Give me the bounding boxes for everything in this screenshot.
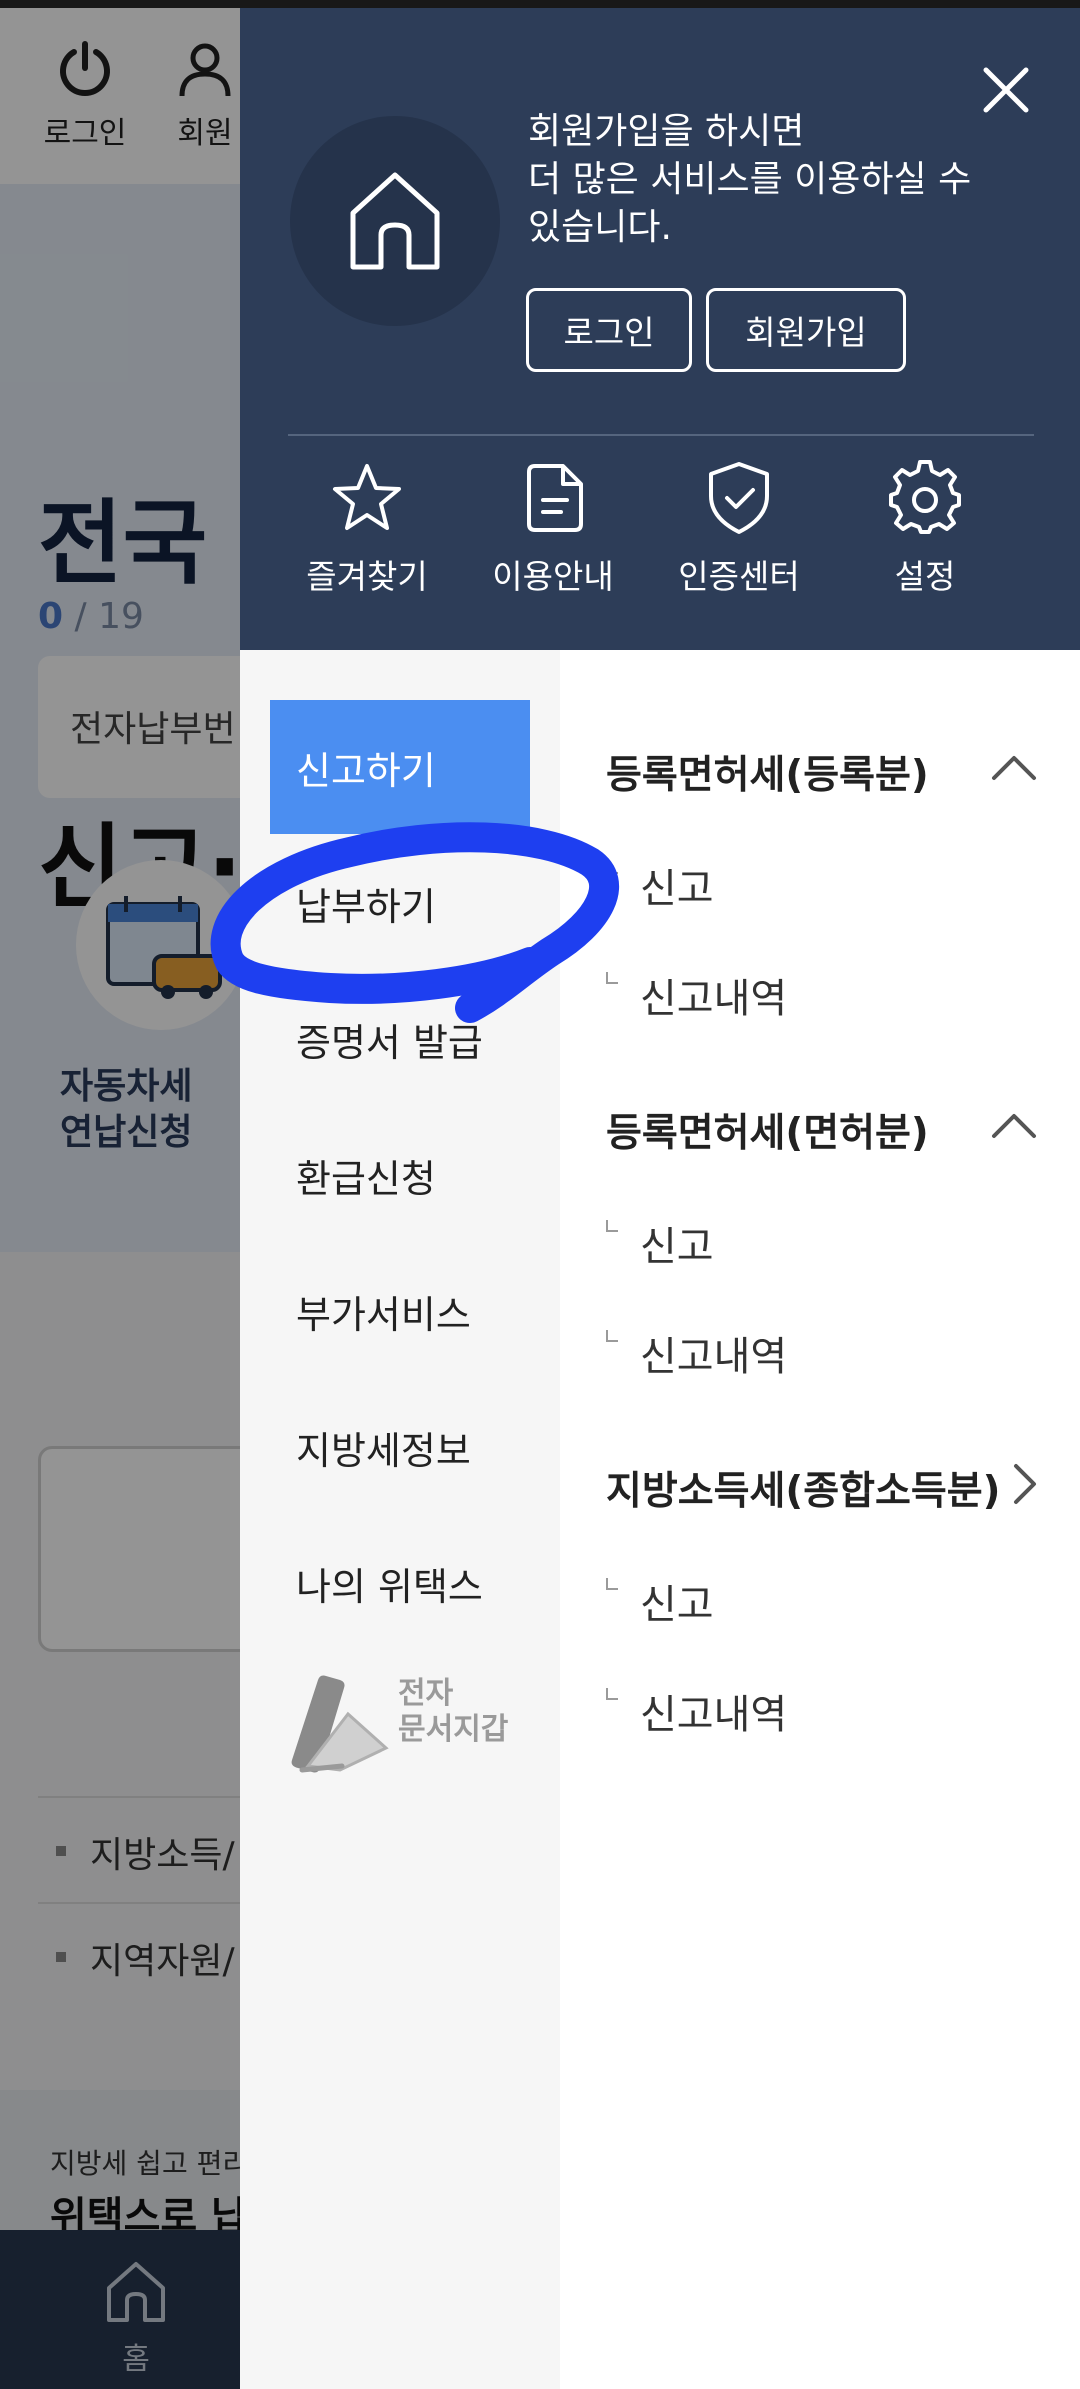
e-document-wallet-line1: 전자	[398, 1676, 454, 1711]
quick-link-label: 이용안내	[492, 557, 614, 596]
menu-report[interactable]: 신고하기	[270, 700, 530, 834]
submenu-item-report-history[interactable]: 신고내역	[606, 1682, 787, 1740]
submenu-item-report[interactable]: 신고	[606, 1214, 714, 1272]
menu-my-wetax[interactable]: 나의 위택스	[270, 1516, 530, 1650]
chevron-up-icon[interactable]	[988, 1100, 1040, 1152]
auth-buttons: 로그인 회원가입	[526, 288, 906, 372]
welcome-line: 있습니다.	[528, 207, 672, 248]
section-title[interactable]: 등록면허세(면허분)	[606, 1102, 929, 1158]
submenu-item-report-history[interactable]: 신고내역	[606, 1324, 787, 1382]
menu-refund[interactable]: 환급신청	[270, 1108, 530, 1242]
welcome-line: 더 많은 서비스를 이용하실 수	[528, 159, 972, 200]
avatar	[290, 116, 500, 326]
chevron-up-icon[interactable]	[988, 742, 1040, 794]
login-button[interactable]: 로그인	[526, 288, 692, 372]
header-divider	[288, 434, 1034, 436]
home-icon	[350, 172, 440, 270]
quick-link-label: 인증센터	[678, 557, 800, 596]
side-drawer: 회원가입을 하시면 더 많은 서비스를 이용하실 수 있습니다. 로그인 회원가…	[240, 8, 1080, 2389]
category-menu: 신고하기 납부하기 증명서 발급 환급신청 부가서비스 지방세정보 나의 위택스…	[240, 650, 560, 2389]
quick-link-label: 즐겨찾기	[306, 557, 428, 596]
menu-payment[interactable]: 납부하기	[270, 836, 530, 970]
wallet-phone-icon	[291, 1675, 389, 1773]
chevron-right-icon[interactable]	[998, 1458, 1050, 1510]
e-document-wallet-line2: 문서지갑	[398, 1712, 509, 1747]
quick-link-favorites[interactable]: 즐겨찾기	[282, 460, 452, 598]
submenu-item-report[interactable]: 신고	[606, 1572, 714, 1630]
quick-link-auth-center[interactable]: 인증센터	[654, 460, 824, 598]
signup-button[interactable]: 회원가입	[706, 288, 906, 372]
document-icon	[527, 464, 583, 532]
submenu-item-report[interactable]: 신고	[606, 856, 714, 914]
e-document-wallet[interactable]: 전자 문서지갑	[278, 1670, 538, 1780]
shield-check-icon	[709, 462, 769, 534]
section-title[interactable]: 지방소득세(종합소득분)	[606, 1460, 1000, 1516]
drawer-header: 회원가입을 하시면 더 많은 서비스를 이용하실 수 있습니다. 로그인 회원가…	[240, 8, 1080, 650]
section-title[interactable]: 등록면허세(등록분)	[606, 744, 929, 800]
gear-icon	[889, 460, 961, 534]
submenu-item-report-history[interactable]: 신고내역	[606, 966, 787, 1024]
submenu-panel: 등록면허세(등록분) 신고 신고내역 등록면허세(면허분) 신고 신고내역 지방…	[560, 650, 1080, 2389]
menu-certificate[interactable]: 증명서 발급	[270, 972, 530, 1106]
e-document-wallet-label: 전자 문서지갑	[398, 1676, 508, 1748]
welcome-line: 회원가입을 하시면	[528, 111, 805, 152]
star-icon	[333, 464, 401, 530]
menu-local-tax-info[interactable]: 지방세정보	[270, 1380, 530, 1514]
quick-link-settings[interactable]: 설정	[840, 460, 1010, 598]
welcome-message: 회원가입을 하시면 더 많은 서비스를 이용하실 수 있습니다.	[528, 108, 1048, 252]
quick-link-guide[interactable]: 이용안내	[468, 460, 638, 598]
menu-additional-services[interactable]: 부가서비스	[270, 1244, 530, 1378]
quick-link-label: 설정	[894, 557, 956, 596]
